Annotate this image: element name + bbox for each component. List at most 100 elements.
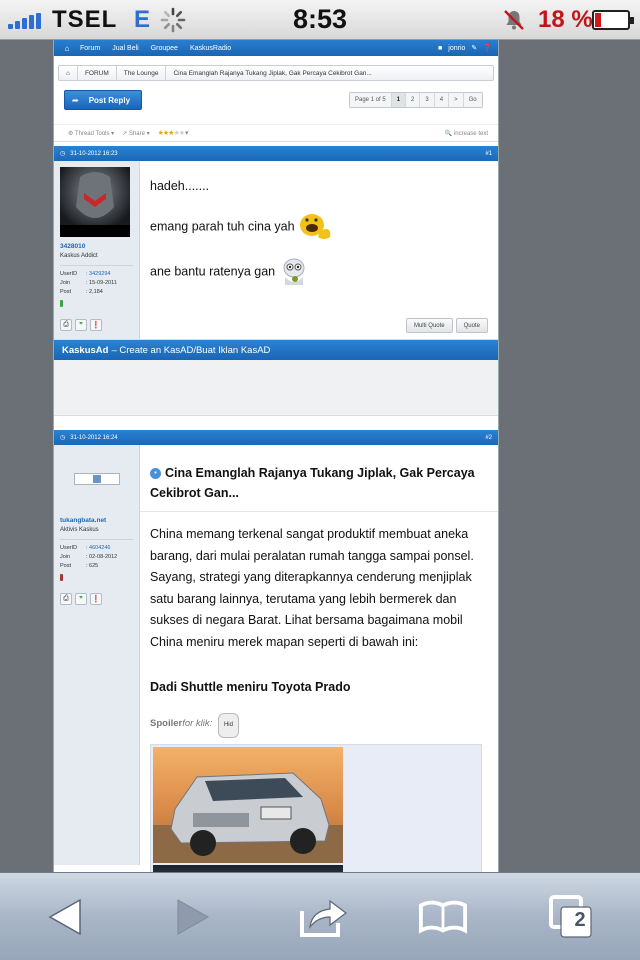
nav-forum[interactable]: Forum [80,45,100,52]
post-1-actions: Multi Quote Quote [405,318,488,333]
go-to-page-button[interactable]: Go [464,93,482,107]
forward-button[interactable] [168,895,218,939]
page-2-link[interactable]: 2 [406,93,421,107]
post-2-user-panel: tukangbata.net Aktivis Kaskus UserID: 46… [54,445,140,865]
avatar[interactable] [60,167,130,237]
thread-tools-bar: ⚙ Thread Tools ▾ ↗ Share ▾ ★★★★★ ▾ 🔍 inc… [54,124,498,142]
post-2-number[interactable]: #2 [485,435,492,441]
post-1-user-panel: 3428010 Kaskus Addict UserID: 3429294 Jo… [54,161,140,339]
bookmarks-book-icon [418,900,468,934]
web-page: ⌂ Forum Jual Beli Groupee KaskusRadio ■ … [53,40,499,872]
increase-text-link[interactable]: 🔍 increase text [445,130,498,137]
kaskus-ad-brand: KaskusAd [62,344,109,356]
home-icon[interactable]: ⌂ [60,44,74,53]
nav-kaskusradio[interactable]: KaskusRadio [190,45,231,52]
post-2-user-stats: UserID: 4604246 Join: 02-08-2012 Post: 6… [60,539,133,571]
post-1-line: ane bantu ratenya gan [150,264,276,279]
spoiler-header: Spoilerfor klik: Hid [150,712,488,738]
suv-photo [153,865,343,872]
post-1-line: emang parah tuh cina yah [150,219,295,234]
thread-toolbar: ➦ Post Reply Page 1 of 5 1 2 3 4 > Go [54,88,498,124]
post-2-username[interactable]: tukangbata.net [60,517,133,524]
spoiler-hide-button[interactable]: Hid [217,712,239,738]
username-link[interactable]: jonrio [448,45,465,52]
report-icon[interactable]: ❗ [90,593,102,605]
multi-quote-button[interactable]: Multi Quote [405,318,453,333]
breadcrumb-the-lounge[interactable]: The Lounge [117,66,167,80]
share-action-icon [300,899,347,937]
post-icon: • [150,468,161,480]
post-1-username[interactable]: 3428010 [60,243,133,250]
post-2-date: 31-10-2012 16:24 [70,434,118,441]
laughing-smiley-icon [300,214,331,239]
car-photo-toyota-prado[interactable] [153,865,343,872]
mute-bell-icon [504,10,524,30]
page-1-link[interactable]: 1 [391,93,407,107]
print-icon[interactable]: ⎙ [60,593,72,605]
kaskus-ad-body [54,360,498,416]
post-reply-button[interactable]: ➦ Post Reply [64,90,142,110]
kaskus-ad-text: – Create an KasAD/Buat Iklan KasAD [111,344,271,356]
forum-top-nav: ⌂ Forum Jual Beli Groupee KaskusRadio ■ … [54,40,498,56]
back-arrow-icon [48,898,81,936]
battery-percent: 18 % [538,6,593,33]
suv-photo [153,772,343,863]
help-icon[interactable]: ❓ [483,44,492,52]
share-button[interactable] [298,895,348,939]
edit-icon[interactable]: ✎ [471,44,477,52]
thread-tools-menu[interactable]: ⚙ Thread Tools ▾ [68,130,114,137]
post-2-subheading: Dadi Shuttle meniru Toyota Prado [150,680,351,694]
spoiler-for: for klik: [182,717,213,729]
spoiler-label: Spoiler [150,717,183,729]
nav-jual-beli[interactable]: Jual Beli [112,45,138,52]
next-page-link[interactable]: > [449,93,464,107]
safari-toolbar: 2 [0,872,640,960]
page-3-link[interactable]: 3 [420,93,435,107]
spoiler-content [150,744,482,872]
post-1-header: ◷ 31-10-2012 16:23 #1 [54,146,498,161]
post-2-content: • Cina Emanglah Rajanya Tukang Jiplak, Ga… [140,445,498,872]
pagination: Page 1 of 5 1 2 3 4 > Go [349,92,483,108]
quote-button[interactable]: Quote [455,318,488,333]
nav-groupee[interactable]: Groupee [151,45,178,52]
status-bar: TSEL E 8:53 18 % [0,0,640,40]
post-2-user-actions: ⎙ ❞ ❗ [60,593,133,605]
robot-helmet-avatar-icon [60,172,130,237]
post-1-line: hadeh....... [150,179,210,193]
tab-count: 2 [574,909,586,931]
post-2-body: China memang terkenal sangat produktif m… [140,512,498,872]
report-icon[interactable]: ❗ [90,319,102,331]
breadcrumb-thread-title: Cina Emanglah Rajanya Tukang Jiplak, Gak… [173,69,372,77]
quote-green-icon[interactable]: ❞ [75,593,87,605]
share-menu[interactable]: ↗ Share ▾ [122,130,149,137]
forward-arrow-icon [177,899,210,935]
post-2-user-title: Aktivis Kaskus [60,527,99,533]
page-4-link[interactable]: 4 [435,93,450,107]
broken-image-icon [92,475,101,483]
breadcrumb-forum[interactable]: FORUM [78,66,117,80]
post-1-user-stats: UserID: 3429294 Join: 15-09-2011 Post: 2… [60,265,133,297]
kaskus-ad-bar[interactable]: KaskusAd – Create an KasAD/Buat Iklan Ka… [54,340,498,360]
post-date-icon: ◷ [60,435,66,441]
battery-icon [592,10,634,30]
breadcrumb: ⌂ FORUM The Lounge Cina Emanglah Rajanya… [58,65,494,81]
thread-rating-stars[interactable]: ★★★★★ ▾ [158,129,189,137]
breadcrumb-home-icon[interactable]: ⌂ [59,66,78,80]
post-2-header: ◷ 31-10-2012 16:24 #2 [54,430,498,445]
bookmarks-button[interactable] [418,895,468,939]
user-avatar-icon[interactable]: ■ [438,45,442,52]
post-2-title: • Cina Emanglah Rajanya Tukang Jiplak, Ga… [140,445,498,512]
print-icon[interactable]: ⎙ [60,319,72,331]
car-photo-dadi-shuttle[interactable] [153,747,343,863]
back-button[interactable] [40,895,90,939]
post-1-content: hadeh....... emang parah tuh cina yah an… [140,161,498,339]
ghost-smiley-icon [283,258,305,285]
tabs-button[interactable]: 2 [546,895,596,939]
post-1-user-actions: ⎙ ❞ ❗ [60,319,133,331]
quote-green-icon[interactable]: ❞ [75,319,87,331]
avatar[interactable] [73,473,120,485]
post-1-number[interactable]: #1 [485,151,492,157]
post-2: tukangbata.net Aktivis Kaskus UserID: 46… [54,445,498,872]
reply-arrow-icon: ➦ [72,95,79,105]
post-2-paragraph: China memang terkenal sangat produktif m… [150,527,474,649]
